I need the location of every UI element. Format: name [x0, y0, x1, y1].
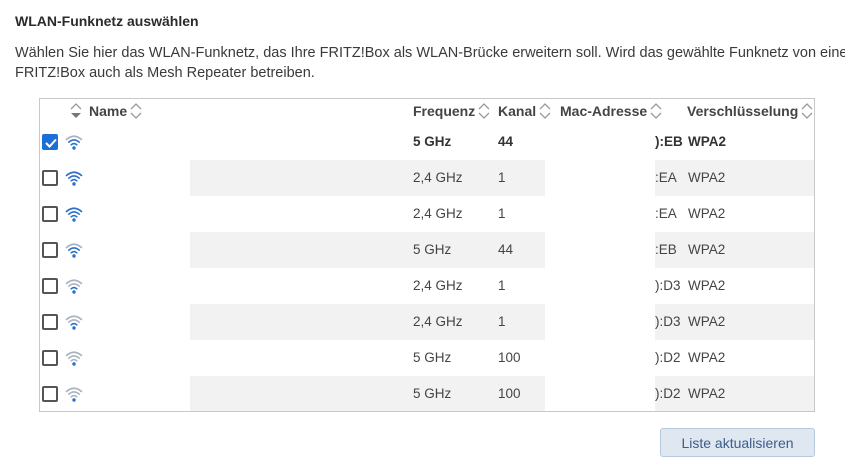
cell-channel: 44 — [498, 134, 514, 149]
section-heading: WLAN-Funknetz auswählen — [15, 13, 199, 29]
sort-select-column[interactable] — [67, 103, 82, 119]
redacted-block — [545, 304, 655, 340]
cell-mac-address: :EA — [655, 170, 677, 185]
column-header-mac[interactable]: Mac-Adresse — [560, 103, 662, 119]
cell-frequency: 5 GHz — [413, 386, 452, 401]
cell-mac-address: :EA — [655, 206, 677, 221]
cell-mac-address: ):D3 — [655, 314, 681, 329]
wlan-network-table: Name Frequenz Kanal Mac-Adresse Verschlü… — [39, 98, 815, 412]
cell-encryption: WPA2 — [688, 314, 726, 329]
cell-channel: 100 — [498, 386, 521, 401]
cell-encryption: WPA2 — [688, 350, 726, 365]
redacted-block — [85, 160, 190, 196]
checkmark-icon — [45, 138, 57, 148]
table-header: Name Frequenz Kanal Mac-Adresse Verschlü… — [40, 99, 814, 125]
cell-frequency: 5 GHz — [413, 242, 452, 257]
cell-frequency: 2,4 GHz — [413, 170, 463, 185]
column-header-frequency[interactable]: Frequenz — [413, 103, 490, 119]
section-description: Wählen Sie hier das WLAN-Funknetz, das I… — [15, 43, 845, 83]
wifi-signal-icon — [65, 277, 83, 295]
network-checkbox[interactable] — [42, 386, 58, 402]
cell-encryption: WPA2 — [688, 242, 726, 257]
cell-frequency: 2,4 GHz — [413, 278, 463, 293]
redacted-block — [85, 232, 190, 268]
cell-channel: 1 — [498, 278, 506, 293]
sort-arrows-icon — [70, 103, 82, 119]
redacted-block — [545, 160, 655, 196]
network-checkbox[interactable] — [42, 350, 58, 366]
wifi-signal-icon — [65, 241, 83, 259]
cell-encryption: WPA2 — [688, 278, 726, 293]
table-row[interactable]: 2,4 GHz 1 :EA WPA2 — [40, 160, 814, 196]
description-line-1: Wählen Sie hier das WLAN-Funknetz, das I… — [15, 45, 845, 61]
sort-arrows-icon — [801, 103, 813, 119]
cell-frequency: 2,4 GHz — [413, 314, 463, 329]
column-header-name[interactable]: Name — [89, 103, 142, 119]
cell-channel: 1 — [498, 206, 506, 221]
table-row[interactable]: 2,4 GHz 1 :EA WPA2 — [40, 196, 814, 232]
cell-channel: 44 — [498, 242, 514, 257]
cell-channel: 1 — [498, 314, 506, 329]
redacted-block — [85, 304, 190, 340]
network-checkbox[interactable] — [42, 314, 58, 330]
network-checkbox[interactable] — [42, 134, 58, 150]
wifi-signal-icon — [65, 205, 83, 223]
cell-frequency: 5 GHz — [413, 350, 452, 365]
cell-mac-address: :EB — [655, 242, 677, 257]
cell-mac-address: ):EB — [655, 134, 683, 149]
cell-encryption: WPA2 — [688, 170, 726, 185]
network-checkbox[interactable] — [42, 242, 58, 258]
cell-frequency: 2,4 GHz — [413, 206, 463, 221]
cell-channel: 1 — [498, 170, 506, 185]
wifi-signal-icon — [65, 385, 83, 403]
cell-mac-address: ):D3 — [655, 278, 681, 293]
table-row[interactable]: 5 GHz 100 ):D2 WPA2 — [40, 340, 814, 376]
cell-encryption: WPA2 — [688, 386, 726, 401]
network-checkbox[interactable] — [42, 170, 58, 186]
refresh-list-button[interactable]: Liste aktualisieren — [660, 428, 815, 457]
cell-encryption: WPA2 — [688, 134, 727, 149]
wifi-signal-icon — [65, 169, 83, 187]
redacted-block — [85, 376, 190, 411]
table-row[interactable]: 2,4 GHz 1 ):D3 WPA2 — [40, 268, 814, 304]
cell-channel: 100 — [498, 350, 521, 365]
redacted-block — [545, 376, 655, 411]
cell-encryption: WPA2 — [688, 206, 726, 221]
table-row[interactable]: 5 GHz 100 ):D2 WPA2 — [40, 376, 814, 411]
cell-mac-address: ):D2 — [655, 386, 681, 401]
table-row[interactable]: 2,4 GHz 1 ):D3 WPA2 — [40, 304, 814, 340]
column-header-channel[interactable]: Kanal — [498, 103, 551, 119]
cell-mac-address: ):D2 — [655, 350, 681, 365]
network-checkbox[interactable] — [42, 206, 58, 222]
sort-arrows-icon — [130, 103, 142, 119]
cell-frequency: 5 GHz — [413, 134, 452, 149]
sort-arrows-icon — [478, 103, 490, 119]
redacted-block — [545, 232, 655, 268]
column-header-encryption[interactable]: Verschlüsselung — [687, 103, 813, 119]
sort-arrows-icon — [650, 103, 662, 119]
table-row[interactable]: 5 GHz 44 ):EB WPA2 — [40, 124, 814, 160]
wifi-signal-icon — [65, 313, 83, 331]
wifi-signal-icon — [65, 133, 83, 151]
wifi-signal-icon — [65, 349, 83, 367]
description-line-2: FRITZ!Box auch als Mesh Repeater betreib… — [15, 65, 315, 81]
network-checkbox[interactable] — [42, 278, 58, 294]
sort-arrows-icon — [539, 103, 551, 119]
table-row[interactable]: 5 GHz 44 :EB WPA2 — [40, 232, 814, 268]
